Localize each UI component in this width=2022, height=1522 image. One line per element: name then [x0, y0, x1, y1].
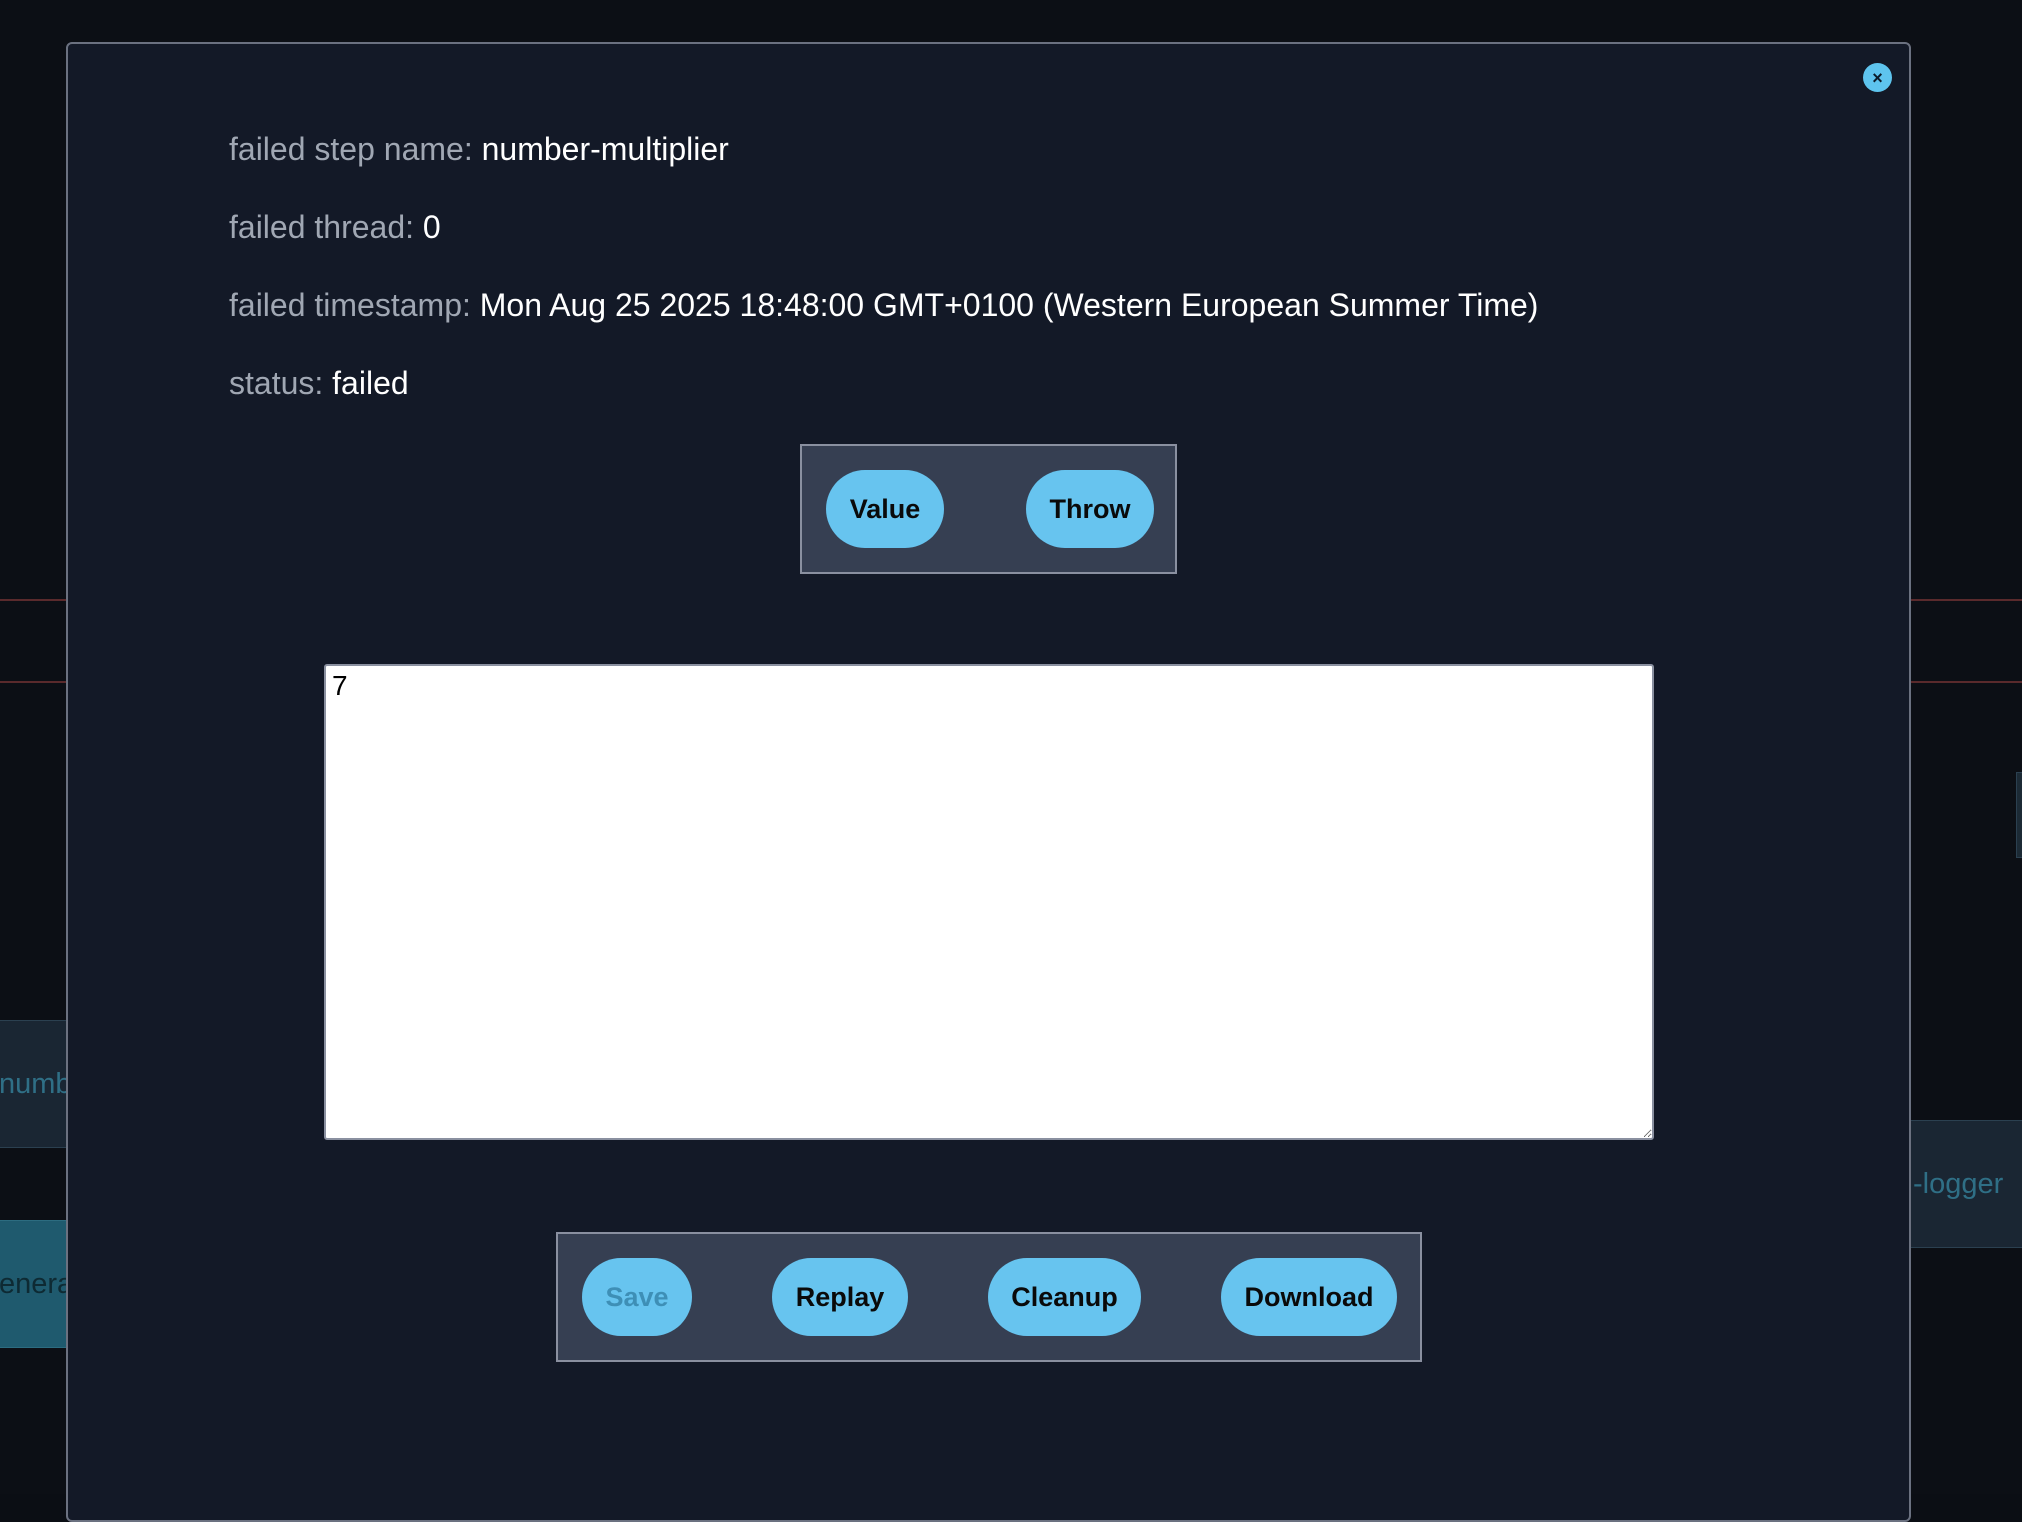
failed-step-modal: × failed step name: number-multiplier fa… [66, 42, 1911, 1522]
background-node-teal-label: enera [0, 1267, 74, 1300]
cleanup-button[interactable]: Cleanup [988, 1258, 1141, 1336]
status-value: failed [332, 365, 409, 401]
step-name-value: number-multiplier [481, 131, 729, 167]
value-editor[interactable]: 7 [324, 664, 1654, 1140]
status-label: status: [229, 365, 324, 401]
value-button[interactable]: Value [826, 470, 944, 548]
replay-button[interactable]: Replay [772, 1258, 908, 1336]
status-row: status: failed [229, 365, 409, 402]
thread-label: failed thread: [229, 209, 415, 245]
timestamp-value: Mon Aug 25 2025 18:48:00 GMT+0100 (Weste… [479, 287, 1539, 323]
throw-button[interactable]: Throw [1026, 470, 1154, 548]
timestamp-row: failed timestamp: Mon Aug 25 2025 18:48:… [229, 287, 1538, 324]
thread-row: failed thread: 0 [229, 209, 441, 246]
step-name-row: failed step name: number-multiplier [229, 131, 729, 168]
background-node-right-label: -logger [1913, 1167, 2004, 1200]
save-button[interactable]: Save [582, 1258, 692, 1336]
download-button[interactable]: Download [1221, 1258, 1397, 1336]
action-button-group: Save Replay Cleanup Download [556, 1232, 1422, 1362]
thread-value: 0 [422, 209, 441, 245]
mode-button-group: Value Throw [800, 444, 1177, 574]
step-name-label: failed step name: [229, 131, 473, 167]
timestamp-label: failed timestamp: [229, 287, 471, 323]
close-icon[interactable]: × [1863, 63, 1892, 92]
background-node-edge [2016, 772, 2022, 858]
background-node-left-label: numb [0, 1067, 72, 1100]
